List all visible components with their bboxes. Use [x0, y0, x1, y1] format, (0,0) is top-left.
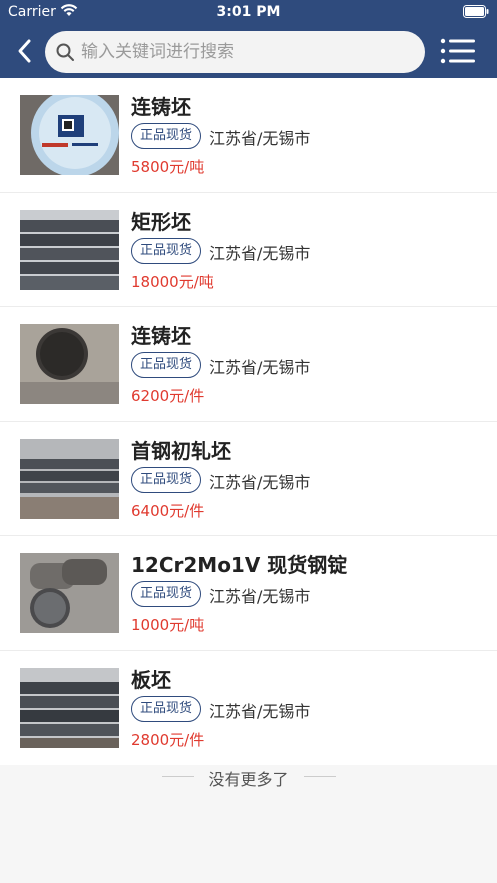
product-price: 2800元/件 [131, 730, 205, 749]
product-price: 1000元/吨 [131, 616, 205, 634]
product-image [20, 95, 119, 175]
product-title: 连铸坯 [131, 324, 191, 348]
battery-icon [463, 5, 489, 18]
product-location: 江苏省/无锡市 [209, 129, 311, 148]
product-location: 江苏省/无锡市 [209, 701, 311, 721]
product-location: 江苏省/无锡市 [209, 472, 311, 492]
product-title: 连铸坯 [131, 95, 191, 119]
product-image [20, 667, 119, 748]
status-badge: 正品现货 [131, 581, 202, 607]
product-title: 板坯 [131, 667, 171, 692]
product-title: 12Cr2Mo1V 现货钢锭 [131, 553, 348, 577]
status-badge: 正品现货 [131, 695, 202, 722]
status-badge: 正品现货 [131, 352, 202, 378]
product-price: 6200元/件 [131, 387, 205, 405]
product-item[interactable]: 板坯 正品现货 江苏省/无锡市 2800元/件 [0, 651, 497, 766]
back-arrow-icon[interactable] [14, 36, 34, 66]
product-item[interactable]: 连铸坯 正品现货 江苏省/无锡市 6200元/件 [0, 307, 497, 422]
product-image [20, 438, 119, 519]
product-title: 首钢初轧坯 [131, 438, 231, 463]
product-image [20, 324, 119, 404]
product-price: 5800元/吨 [131, 158, 205, 176]
header-bar: Carrier 3:01 PM [0, 0, 497, 78]
product-price: 18000元/吨 [131, 272, 214, 291]
status-badge: 正品现货 [131, 123, 202, 149]
list-end-indicator: 没有更多了 [0, 763, 497, 791]
product-location: 江苏省/无锡市 [209, 243, 311, 263]
list-menu-icon[interactable] [440, 37, 476, 65]
product-item[interactable]: 首钢初轧坯 正品现货 江苏省/无锡市 6400元/件 [0, 422, 497, 536]
product-location: 江苏省/无锡市 [209, 358, 311, 377]
divider [304, 776, 336, 777]
status-time: 3:01 PM [216, 4, 281, 20]
search-icon [56, 43, 74, 61]
navigation-bar [0, 26, 497, 78]
product-title: 矩形坯 [131, 209, 191, 234]
product-price: 6400元/件 [131, 501, 205, 520]
product-image [20, 553, 119, 633]
product-location: 江苏省/无锡市 [209, 587, 311, 606]
product-item[interactable]: 连铸坯 正品现货 江苏省/无锡市 5800元/吨 [0, 78, 497, 193]
status-bar: Carrier 3:01 PM [0, 0, 497, 26]
no-more-text: 没有更多了 [208, 770, 289, 789]
status-badge: 正品现货 [131, 466, 202, 493]
product-item[interactable]: 12Cr2Mo1V 现货钢锭 正品现货 江苏省/无锡市 1000元/吨 [0, 536, 497, 651]
product-image [20, 209, 119, 290]
search-bar[interactable] [45, 31, 425, 73]
status-badge: 正品现货 [131, 237, 202, 264]
product-list: 连铸坯 正品现货 江苏省/无锡市 5800元/吨 矩形坯 正品现货 江苏省/无锡… [0, 78, 497, 765]
search-input[interactable] [81, 31, 411, 73]
product-item[interactable]: 矩形坯 正品现货 江苏省/无锡市 18000元/吨 [0, 193, 497, 307]
